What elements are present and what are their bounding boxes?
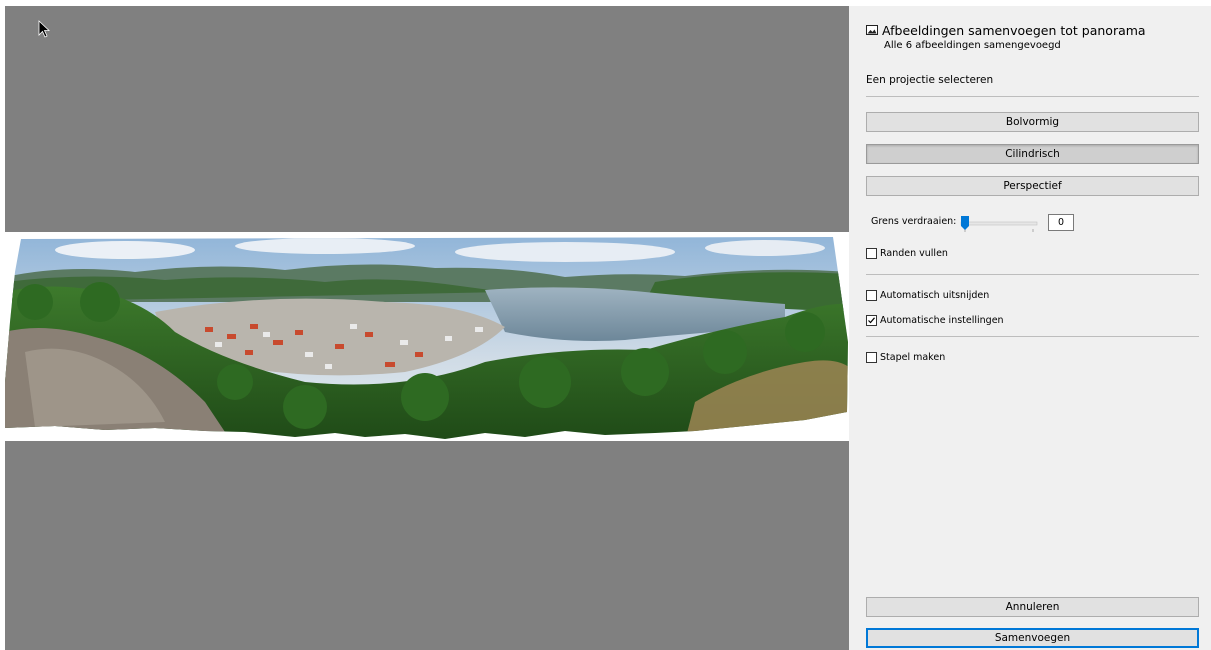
projection-cylindrical-button[interactable]: Cilindrisch <box>866 144 1199 164</box>
auto-crop-label: Automatisch uitsnijden <box>880 290 990 301</box>
separator <box>866 96 1199 97</box>
create-stack-option[interactable]: Stapel maken <box>866 352 945 363</box>
slider-thumb <box>961 216 969 230</box>
create-stack-checkbox[interactable] <box>866 352 877 363</box>
panorama-merge-panel: Afbeeldingen samenvoegen tot panorama Al… <box>849 6 1211 650</box>
fill-edges-label: Randen vullen <box>880 248 948 259</box>
merge-label: Samenvoegen <box>994 632 1071 644</box>
auto-settings-option[interactable]: Automatische instellingen <box>866 315 1004 326</box>
panel-title: Afbeeldingen samenvoegen tot panorama <box>882 23 1146 38</box>
auto-crop-option[interactable]: Automatisch uitsnijden <box>866 290 989 301</box>
panorama-image <box>5 237 848 439</box>
boundary-warp-label: Grens verdraaien: <box>871 216 957 227</box>
projection-perspective-button[interactable]: Perspectief <box>866 176 1199 196</box>
auto-crop-checkbox[interactable] <box>866 290 877 301</box>
panorama-image-frame <box>5 232 849 441</box>
arrow-cursor-icon <box>38 20 51 38</box>
projection-heading: Een projectie selecteren <box>866 74 994 86</box>
cancel-button[interactable]: Annuleren <box>866 597 1199 617</box>
boundary-warp-value[interactable]: 0 <box>1048 214 1074 231</box>
auto-settings-label: Automatische instellingen <box>880 315 1004 326</box>
fill-edges-option[interactable]: Randen vullen <box>866 248 948 259</box>
separator <box>866 336 1199 337</box>
separator <box>866 274 1199 275</box>
panel-subtitle: Alle 6 afbeeldingen samengevoegd <box>884 40 1061 51</box>
fill-edges-checkbox[interactable] <box>866 248 877 259</box>
cancel-label: Annuleren <box>1005 601 1060 613</box>
merge-button[interactable]: Samenvoegen <box>866 628 1199 648</box>
checkmark-icon <box>868 317 875 324</box>
projection-spherical-label: Bolvormig <box>1005 116 1060 128</box>
projection-spherical-button[interactable]: Bolvormig <box>866 112 1199 132</box>
create-stack-label: Stapel maken <box>880 352 946 363</box>
projection-perspective-label: Perspectief <box>1003 180 1062 192</box>
panorama-preview-area <box>5 6 849 650</box>
projection-cylindrical-label: Cilindrisch <box>1005 148 1060 160</box>
boundary-warp-slider[interactable] <box>959 213 1039 233</box>
panorama-image-icon <box>866 25 878 35</box>
auto-settings-checkbox[interactable] <box>866 315 877 326</box>
